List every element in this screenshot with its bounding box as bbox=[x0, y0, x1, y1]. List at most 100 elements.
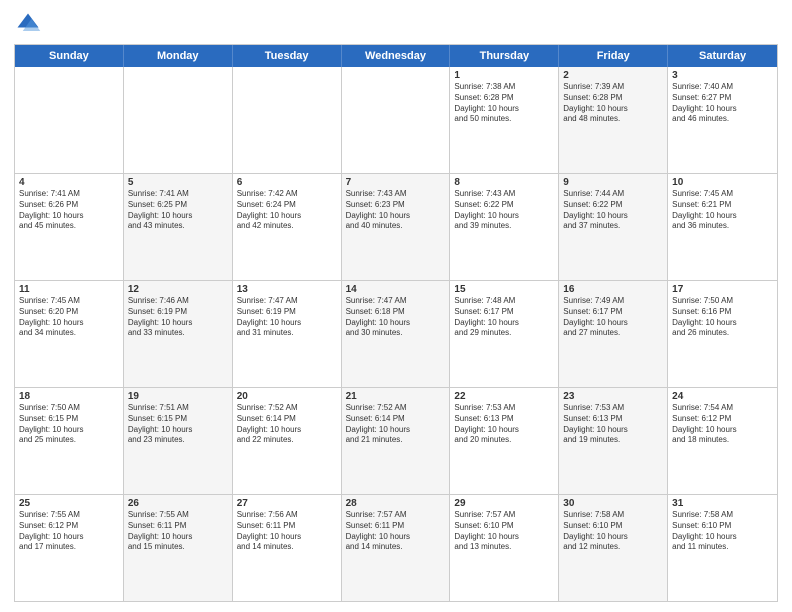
cell-text: Sunrise: 7:43 AM Sunset: 6:22 PM Dayligh… bbox=[454, 189, 554, 232]
cal-week-5: 25Sunrise: 7:55 AM Sunset: 6:12 PM Dayli… bbox=[15, 495, 777, 601]
day-number: 12 bbox=[128, 284, 228, 295]
cell-text: Sunrise: 7:45 AM Sunset: 6:21 PM Dayligh… bbox=[672, 189, 773, 232]
cell-text: Sunrise: 7:41 AM Sunset: 6:25 PM Dayligh… bbox=[128, 189, 228, 232]
cell-text: Sunrise: 7:39 AM Sunset: 6:28 PM Dayligh… bbox=[563, 82, 663, 125]
calendar-header-row: SundayMondayTuesdayWednesdayThursdayFrid… bbox=[15, 45, 777, 67]
cal-empty-0-1 bbox=[124, 67, 233, 173]
day-number: 9 bbox=[563, 177, 663, 188]
cal-day-3: 3Sunrise: 7:40 AM Sunset: 6:27 PM Daylig… bbox=[668, 67, 777, 173]
cal-day-19: 19Sunrise: 7:51 AM Sunset: 6:15 PM Dayli… bbox=[124, 388, 233, 494]
cal-day-7: 7Sunrise: 7:43 AM Sunset: 6:23 PM Daylig… bbox=[342, 174, 451, 280]
day-number: 1 bbox=[454, 70, 554, 81]
cal-day-20: 20Sunrise: 7:52 AM Sunset: 6:14 PM Dayli… bbox=[233, 388, 342, 494]
cal-day-4: 4Sunrise: 7:41 AM Sunset: 6:26 PM Daylig… bbox=[15, 174, 124, 280]
cal-day-22: 22Sunrise: 7:53 AM Sunset: 6:13 PM Dayli… bbox=[450, 388, 559, 494]
cal-day-14: 14Sunrise: 7:47 AM Sunset: 6:18 PM Dayli… bbox=[342, 281, 451, 387]
cell-text: Sunrise: 7:44 AM Sunset: 6:22 PM Dayligh… bbox=[563, 189, 663, 232]
logo bbox=[14, 10, 46, 38]
cal-week-3: 11Sunrise: 7:45 AM Sunset: 6:20 PM Dayli… bbox=[15, 281, 777, 388]
cell-text: Sunrise: 7:50 AM Sunset: 6:15 PM Dayligh… bbox=[19, 403, 119, 446]
day-number: 4 bbox=[19, 177, 119, 188]
cal-day-24: 24Sunrise: 7:54 AM Sunset: 6:12 PM Dayli… bbox=[668, 388, 777, 494]
cal-week-1: 1Sunrise: 7:38 AM Sunset: 6:28 PM Daylig… bbox=[15, 67, 777, 174]
day-number: 26 bbox=[128, 498, 228, 509]
cal-day-9: 9Sunrise: 7:44 AM Sunset: 6:22 PM Daylig… bbox=[559, 174, 668, 280]
cal-header-tuesday: Tuesday bbox=[233, 45, 342, 67]
cal-header-friday: Friday bbox=[559, 45, 668, 67]
cal-day-1: 1Sunrise: 7:38 AM Sunset: 6:28 PM Daylig… bbox=[450, 67, 559, 173]
day-number: 10 bbox=[672, 177, 773, 188]
day-number: 11 bbox=[19, 284, 119, 295]
cell-text: Sunrise: 7:38 AM Sunset: 6:28 PM Dayligh… bbox=[454, 82, 554, 125]
cal-day-8: 8Sunrise: 7:43 AM Sunset: 6:22 PM Daylig… bbox=[450, 174, 559, 280]
day-number: 17 bbox=[672, 284, 773, 295]
cal-day-21: 21Sunrise: 7:52 AM Sunset: 6:14 PM Dayli… bbox=[342, 388, 451, 494]
day-number: 25 bbox=[19, 498, 119, 509]
cell-text: Sunrise: 7:51 AM Sunset: 6:15 PM Dayligh… bbox=[128, 403, 228, 446]
day-number: 20 bbox=[237, 391, 337, 402]
cal-day-13: 13Sunrise: 7:47 AM Sunset: 6:19 PM Dayli… bbox=[233, 281, 342, 387]
cell-text: Sunrise: 7:57 AM Sunset: 6:11 PM Dayligh… bbox=[346, 510, 446, 553]
cell-text: Sunrise: 7:41 AM Sunset: 6:26 PM Dayligh… bbox=[19, 189, 119, 232]
cal-day-2: 2Sunrise: 7:39 AM Sunset: 6:28 PM Daylig… bbox=[559, 67, 668, 173]
cell-text: Sunrise: 7:53 AM Sunset: 6:13 PM Dayligh… bbox=[454, 403, 554, 446]
logo-icon bbox=[14, 10, 42, 38]
cell-text: Sunrise: 7:53 AM Sunset: 6:13 PM Dayligh… bbox=[563, 403, 663, 446]
cell-text: Sunrise: 7:58 AM Sunset: 6:10 PM Dayligh… bbox=[672, 510, 773, 553]
cal-header-thursday: Thursday bbox=[450, 45, 559, 67]
calendar: SundayMondayTuesdayWednesdayThursdayFrid… bbox=[14, 44, 778, 602]
day-number: 22 bbox=[454, 391, 554, 402]
day-number: 29 bbox=[454, 498, 554, 509]
cal-day-17: 17Sunrise: 7:50 AM Sunset: 6:16 PM Dayli… bbox=[668, 281, 777, 387]
cal-day-15: 15Sunrise: 7:48 AM Sunset: 6:17 PM Dayli… bbox=[450, 281, 559, 387]
cal-day-11: 11Sunrise: 7:45 AM Sunset: 6:20 PM Dayli… bbox=[15, 281, 124, 387]
cell-text: Sunrise: 7:47 AM Sunset: 6:19 PM Dayligh… bbox=[237, 296, 337, 339]
cal-day-12: 12Sunrise: 7:46 AM Sunset: 6:19 PM Dayli… bbox=[124, 281, 233, 387]
calendar-body: 1Sunrise: 7:38 AM Sunset: 6:28 PM Daylig… bbox=[15, 67, 777, 601]
day-number: 24 bbox=[672, 391, 773, 402]
cell-text: Sunrise: 7:42 AM Sunset: 6:24 PM Dayligh… bbox=[237, 189, 337, 232]
day-number: 6 bbox=[237, 177, 337, 188]
cell-text: Sunrise: 7:58 AM Sunset: 6:10 PM Dayligh… bbox=[563, 510, 663, 553]
header bbox=[14, 10, 778, 38]
day-number: 28 bbox=[346, 498, 446, 509]
cell-text: Sunrise: 7:45 AM Sunset: 6:20 PM Dayligh… bbox=[19, 296, 119, 339]
day-number: 27 bbox=[237, 498, 337, 509]
cal-header-monday: Monday bbox=[124, 45, 233, 67]
day-number: 18 bbox=[19, 391, 119, 402]
cell-text: Sunrise: 7:49 AM Sunset: 6:17 PM Dayligh… bbox=[563, 296, 663, 339]
cell-text: Sunrise: 7:52 AM Sunset: 6:14 PM Dayligh… bbox=[346, 403, 446, 446]
day-number: 16 bbox=[563, 284, 663, 295]
cell-text: Sunrise: 7:57 AM Sunset: 6:10 PM Dayligh… bbox=[454, 510, 554, 553]
cell-text: Sunrise: 7:50 AM Sunset: 6:16 PM Dayligh… bbox=[672, 296, 773, 339]
cell-text: Sunrise: 7:43 AM Sunset: 6:23 PM Dayligh… bbox=[346, 189, 446, 232]
cal-empty-0-0 bbox=[15, 67, 124, 173]
cal-day-6: 6Sunrise: 7:42 AM Sunset: 6:24 PM Daylig… bbox=[233, 174, 342, 280]
cell-text: Sunrise: 7:47 AM Sunset: 6:18 PM Dayligh… bbox=[346, 296, 446, 339]
cell-text: Sunrise: 7:55 AM Sunset: 6:11 PM Dayligh… bbox=[128, 510, 228, 553]
cell-text: Sunrise: 7:54 AM Sunset: 6:12 PM Dayligh… bbox=[672, 403, 773, 446]
cell-text: Sunrise: 7:48 AM Sunset: 6:17 PM Dayligh… bbox=[454, 296, 554, 339]
day-number: 3 bbox=[672, 70, 773, 81]
cell-text: Sunrise: 7:56 AM Sunset: 6:11 PM Dayligh… bbox=[237, 510, 337, 553]
cal-day-16: 16Sunrise: 7:49 AM Sunset: 6:17 PM Dayli… bbox=[559, 281, 668, 387]
day-number: 23 bbox=[563, 391, 663, 402]
cell-text: Sunrise: 7:40 AM Sunset: 6:27 PM Dayligh… bbox=[672, 82, 773, 125]
cal-header-saturday: Saturday bbox=[668, 45, 777, 67]
cal-week-4: 18Sunrise: 7:50 AM Sunset: 6:15 PM Dayli… bbox=[15, 388, 777, 495]
cal-day-23: 23Sunrise: 7:53 AM Sunset: 6:13 PM Dayli… bbox=[559, 388, 668, 494]
cell-text: Sunrise: 7:46 AM Sunset: 6:19 PM Dayligh… bbox=[128, 296, 228, 339]
cal-header-wednesday: Wednesday bbox=[342, 45, 451, 67]
cal-empty-0-3 bbox=[342, 67, 451, 173]
cal-day-27: 27Sunrise: 7:56 AM Sunset: 6:11 PM Dayli… bbox=[233, 495, 342, 601]
cal-day-18: 18Sunrise: 7:50 AM Sunset: 6:15 PM Dayli… bbox=[15, 388, 124, 494]
cal-header-sunday: Sunday bbox=[15, 45, 124, 67]
day-number: 7 bbox=[346, 177, 446, 188]
day-number: 19 bbox=[128, 391, 228, 402]
cal-day-10: 10Sunrise: 7:45 AM Sunset: 6:21 PM Dayli… bbox=[668, 174, 777, 280]
day-number: 30 bbox=[563, 498, 663, 509]
cell-text: Sunrise: 7:55 AM Sunset: 6:12 PM Dayligh… bbox=[19, 510, 119, 553]
day-number: 14 bbox=[346, 284, 446, 295]
cal-day-31: 31Sunrise: 7:58 AM Sunset: 6:10 PM Dayli… bbox=[668, 495, 777, 601]
cal-day-25: 25Sunrise: 7:55 AM Sunset: 6:12 PM Dayli… bbox=[15, 495, 124, 601]
